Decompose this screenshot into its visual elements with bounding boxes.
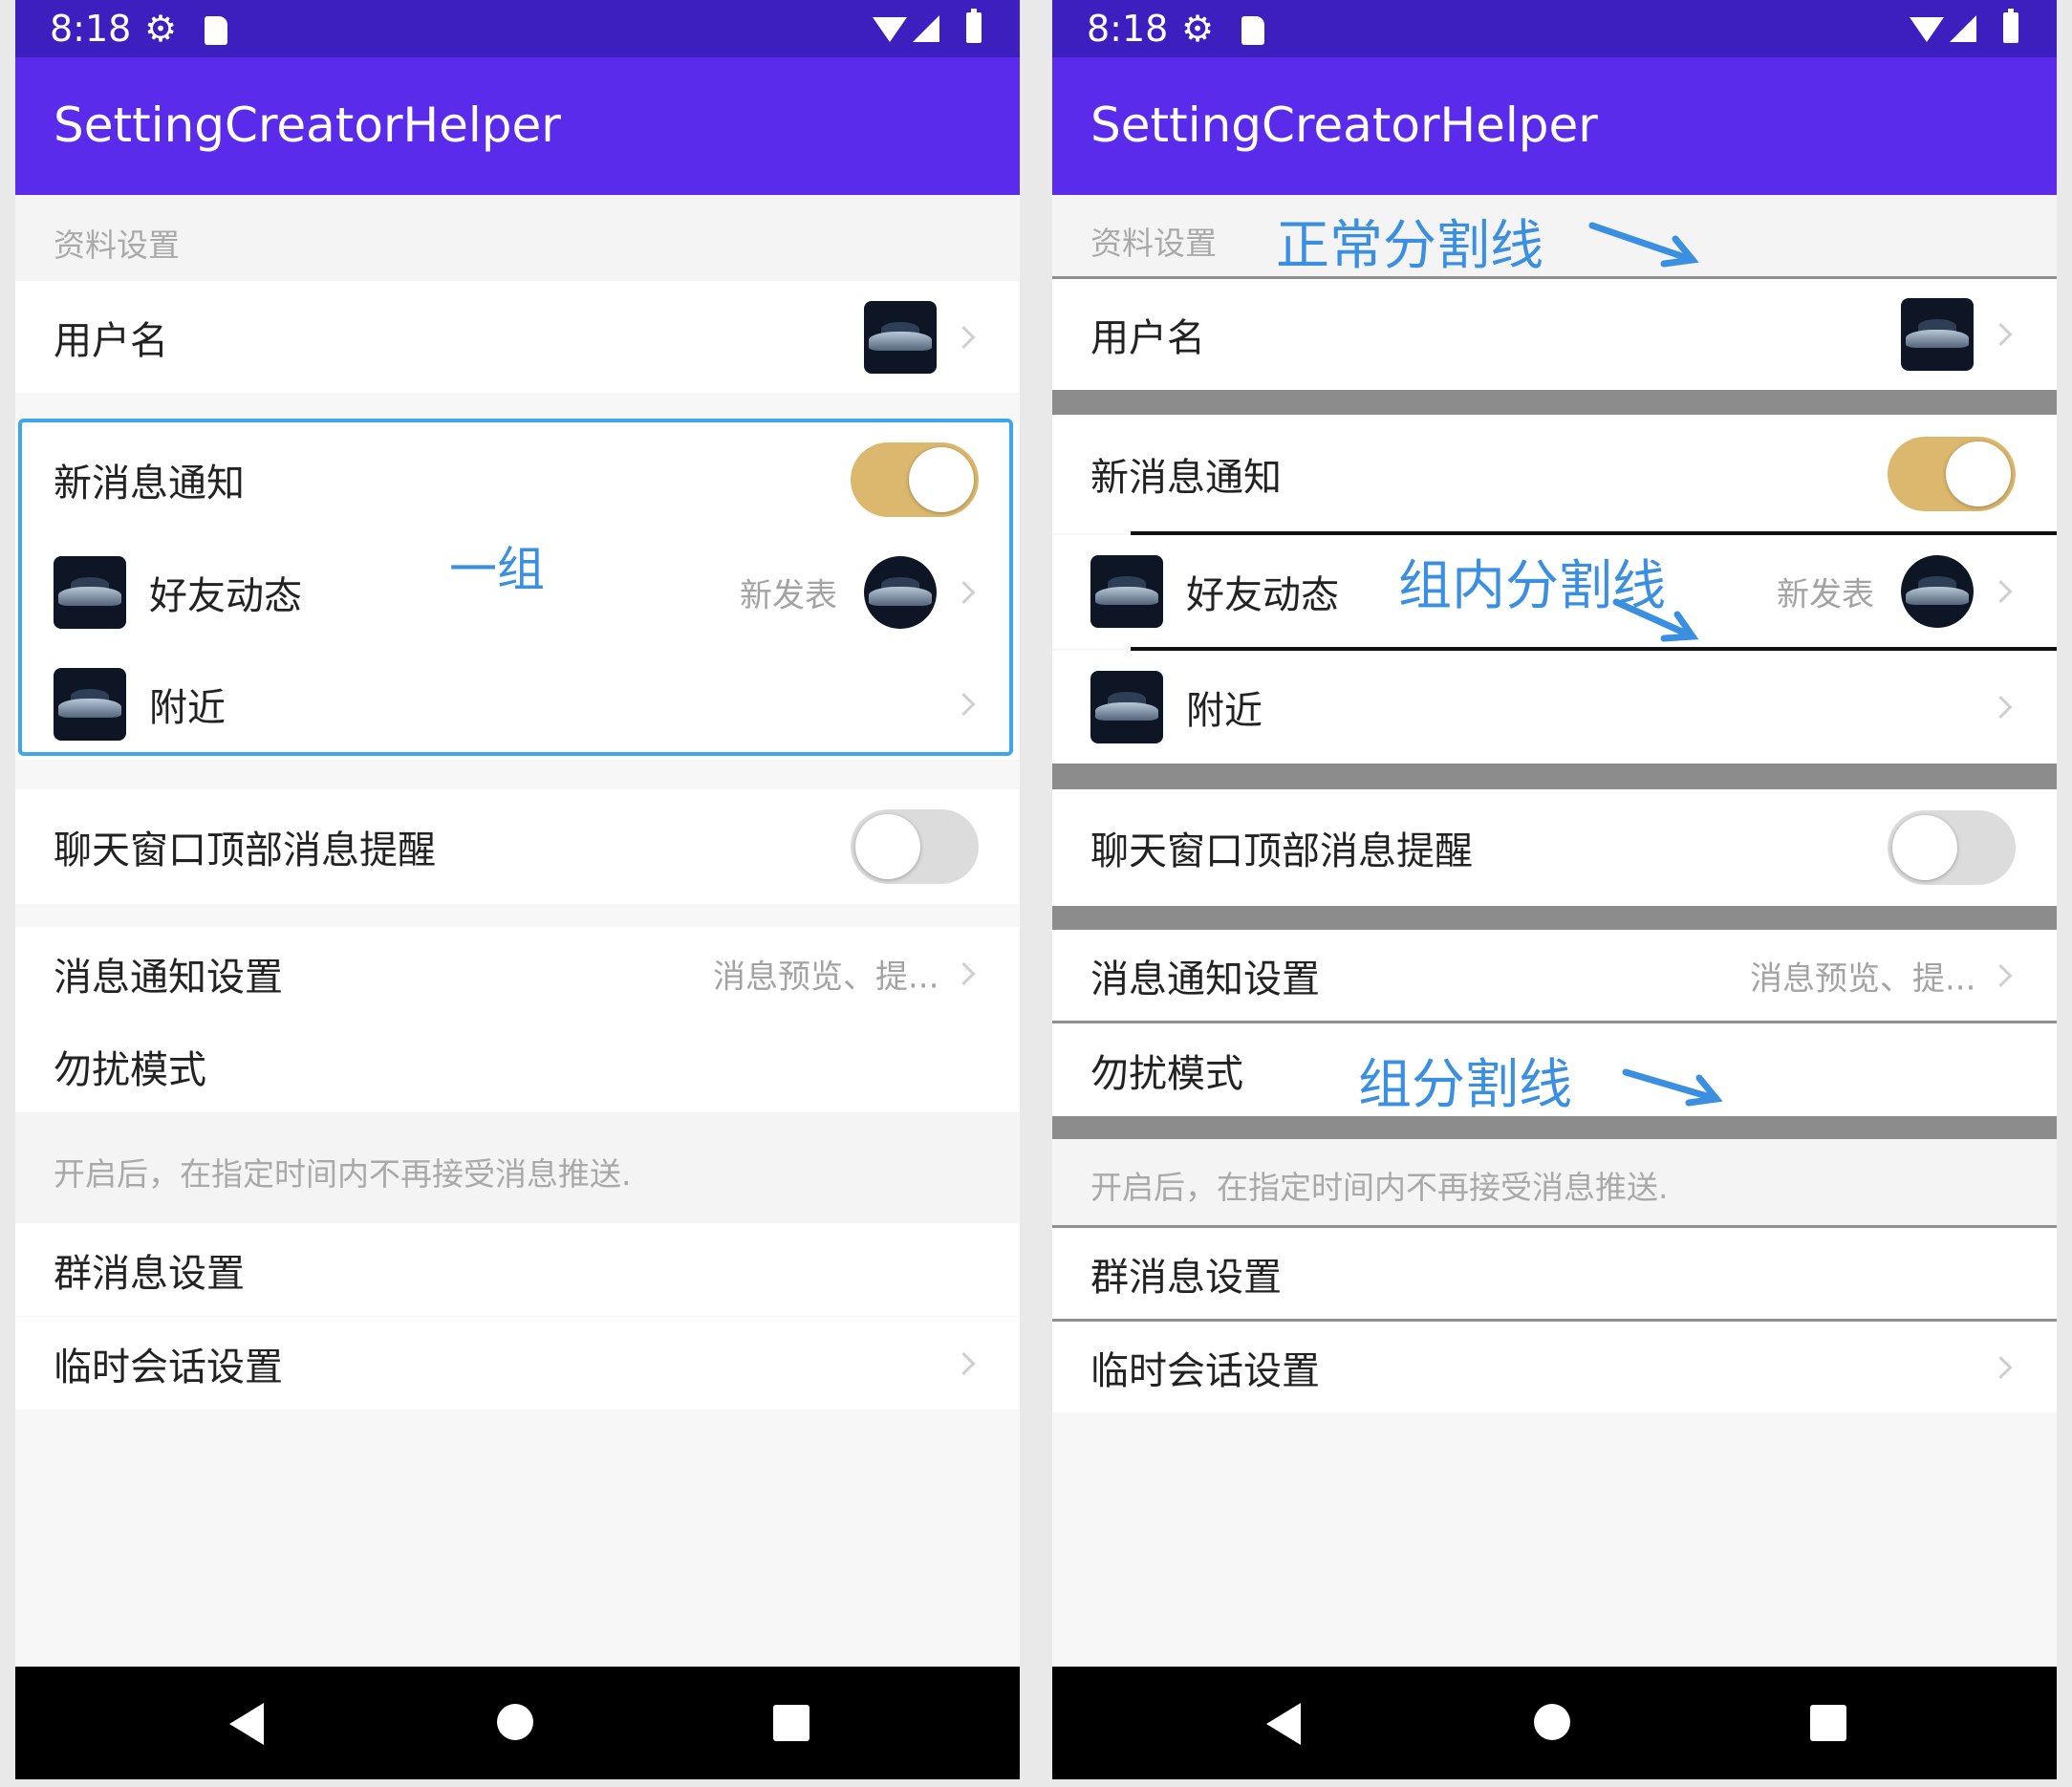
home-icon[interactable] <box>497 1704 533 1740</box>
setting-label: 新消息通知 <box>1090 456 1282 500</box>
app-bar: SettingCreatorHelper <box>1052 57 2057 195</box>
app-title: SettingCreatorHelper <box>1090 97 1598 153</box>
signal-icon <box>913 15 939 42</box>
dnd-hint-text: 开启后，在指定时间内不再接受消息推送. <box>1090 1169 1669 1206</box>
status-time: 8:18 <box>1087 8 1169 50</box>
setting-label: 群消息设置 <box>1090 1255 1282 1300</box>
annotation-normal-divider: 正常分割线 <box>1276 215 1543 277</box>
chevron-right-icon <box>1989 1355 2013 1379</box>
setting-label: 聊天窗口顶部消息提醒 <box>1090 829 1473 873</box>
setting-row-do-not-disturb[interactable]: 勿扰模式 <box>15 1020 1020 1112</box>
chevron-right-icon <box>1989 963 2013 987</box>
back-icon[interactable] <box>1266 1703 1301 1745</box>
wifi-icon <box>873 17 907 42</box>
setting-label: 附近 <box>1186 689 1263 733</box>
setting-row-username[interactable]: 用户名 <box>1052 279 2057 390</box>
chevron-right-icon <box>952 325 976 349</box>
section-hint: 开启后，在指定时间内不再接受消息推送. <box>1052 1139 2057 1225</box>
setting-label: 用户名 <box>1090 316 1205 360</box>
annotation-inner-group-divider: 组内分割线 <box>1398 555 1666 617</box>
setting-row-temp-chat[interactable]: 临时会话设置 <box>15 1317 1020 1410</box>
battery-icon <box>966 9 982 43</box>
phone-screen-left: 8:18 ⚙ SettingCreatorHelper 资料设置 用户名 新消息… <box>15 0 1020 1779</box>
back-icon[interactable] <box>229 1703 264 1745</box>
section-header: 资料设置 <box>15 195 1020 281</box>
section-hint: 开启后，在指定时间内不再接受消息推送. <box>15 1112 1020 1223</box>
wifi-icon <box>1910 17 1944 42</box>
sdcard-icon <box>1241 16 1264 45</box>
status-bar: 8:18 ⚙ <box>15 0 1020 57</box>
gear-icon: ⚙ <box>144 8 178 50</box>
recents-icon[interactable] <box>1810 1705 1846 1741</box>
setting-row-message-notify-settings[interactable]: 消息通知设置 消息预览、提... <box>1052 930 2057 1021</box>
chevron-right-icon <box>1989 322 2013 347</box>
setting-row-message-notify-settings[interactable]: 消息通知设置 消息预览、提... <box>15 927 1020 1020</box>
setting-value: 消息预览、提... <box>1750 959 1976 998</box>
setting-row-temp-chat[interactable]: 临时会话设置 <box>1052 1322 2057 1412</box>
sdcard-icon <box>205 16 227 45</box>
avatar-image <box>864 300 937 374</box>
dnd-hint-text: 开启后，在指定时间内不再接受消息推送. <box>54 1155 632 1193</box>
chevron-right-icon <box>1989 579 2013 604</box>
setting-label: 临时会话设置 <box>54 1345 283 1389</box>
phone-screen-right: 8:18 ⚙ SettingCreatorHelper 资料设置 用户名 新消息… <box>1052 0 2057 1779</box>
setting-label: 好友动态 <box>1186 573 1339 617</box>
avatar-image-round <box>1901 555 1974 628</box>
chevron-right-icon <box>952 961 976 985</box>
chat-top-reminder-toggle[interactable] <box>851 809 979 884</box>
app-title: SettingCreatorHelper <box>54 97 561 153</box>
setting-label: 消息通知设置 <box>1090 957 1320 1001</box>
setting-row-username[interactable]: 用户名 <box>15 281 1020 393</box>
setting-row-new-message[interactable]: 新消息通知 <box>1052 415 2057 533</box>
chat-top-reminder-toggle[interactable] <box>1888 810 2016 885</box>
setting-label: 临时会话设置 <box>1090 1348 1320 1393</box>
chevron-right-icon <box>952 1351 976 1375</box>
gear-icon: ⚙ <box>1181 8 1215 50</box>
setting-label: 聊天窗口顶部消息提醒 <box>54 829 436 872</box>
annotation-one-group: 一组 <box>449 542 545 597</box>
avatar-image <box>1090 671 1163 743</box>
setting-label: 群消息设置 <box>54 1251 245 1296</box>
group-divider <box>1052 764 2057 789</box>
group-divider <box>1052 1116 2057 1139</box>
setting-value: 消息预览、提... <box>713 958 939 996</box>
recents-icon[interactable] <box>773 1705 809 1741</box>
setting-label: 勿扰模式 <box>1090 1051 1243 1096</box>
setting-row-chat-top-reminder[interactable]: 聊天窗口顶部消息提醒 <box>15 789 1020 904</box>
status-bar: 8:18 ⚙ <box>1052 0 2057 57</box>
section-title-profile: 资料设置 <box>54 226 180 264</box>
setting-row-nearby[interactable]: 附近 <box>1052 651 2057 764</box>
setting-label: 勿扰模式 <box>54 1047 206 1092</box>
home-icon[interactable] <box>1534 1704 1570 1740</box>
setting-label: 消息通知设置 <box>54 955 283 1000</box>
section-title-profile: 资料设置 <box>1090 225 1217 262</box>
setting-value: 新发表 <box>1777 575 1874 614</box>
navigation-bar <box>15 1667 1020 1779</box>
avatar-image <box>1090 555 1163 628</box>
setting-row-group-message[interactable]: 群消息设置 <box>15 1223 1020 1316</box>
setting-row-group-message[interactable]: 群消息设置 <box>1052 1228 2057 1319</box>
battery-icon <box>2003 9 2018 43</box>
app-bar: SettingCreatorHelper <box>15 57 1020 195</box>
group-divider <box>1052 906 2057 930</box>
status-time: 8:18 <box>50 8 132 50</box>
navigation-bar <box>1052 1667 2057 1779</box>
avatar-image <box>1901 298 1974 371</box>
new-message-toggle[interactable] <box>1888 437 2016 511</box>
setting-label: 用户名 <box>54 318 168 363</box>
setting-row-chat-top-reminder[interactable]: 聊天窗口顶部消息提醒 <box>1052 789 2057 906</box>
group-divider <box>1052 390 2057 415</box>
chevron-right-icon <box>1989 695 2013 720</box>
signal-icon <box>1950 15 1976 42</box>
annotation-group-divider: 组分割线 <box>1358 1054 1572 1116</box>
section-header: 资料设置 <box>1052 195 2057 277</box>
